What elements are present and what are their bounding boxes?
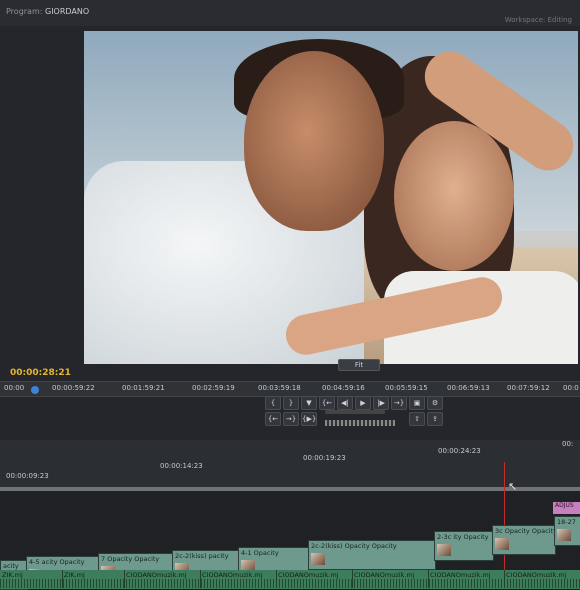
export-frame-button[interactable]: ▣ (409, 396, 425, 410)
timeline-tick: 00:00:24:23 (438, 447, 481, 455)
ruler-tick: 00:00:59:22 (52, 384, 95, 392)
clip-label: 4-1 Opacity (241, 549, 279, 557)
frame-figure-2-face (394, 121, 514, 271)
jog-wheel[interactable] (325, 420, 395, 426)
audio-clip[interactable]: CIODANOmuzik.mj (352, 570, 429, 588)
top-bar: Program: GIORDANO Workspace: Editing (0, 0, 580, 27)
go-to-previous-edit-button[interactable]: {← (265, 412, 281, 426)
transport-controls: { } ▼ {← ◀| ▶ |▶ →} ▣ ⚙ {← →} {▶} ⇧ ⇪ (265, 392, 455, 432)
audio-clip[interactable]: CIODANOmuzik.mj (200, 570, 277, 588)
video-clip[interactable]: 2-3c ity Opacity (434, 531, 494, 561)
clip-label: 2c-2(kiss) pacity (175, 552, 229, 560)
clip-label: acity (3, 562, 19, 570)
video-clip[interactable]: 18-27 (554, 516, 580, 546)
video-clip[interactable]: 3c Opacity Opacity (492, 525, 556, 555)
clip-label: 7 Opacity Opacity (101, 555, 160, 563)
go-to-in-button[interactable]: {← (319, 396, 335, 410)
audio-clip-label: ZIK.mj (2, 571, 23, 579)
ruler-tick: 00:00 (4, 384, 25, 392)
adjustment-clip[interactable]: ADJUS (553, 502, 580, 514)
program-title: Program: GIORDANO (6, 7, 89, 16)
ruler-tick: 00:07:59:12 (507, 384, 550, 392)
play-button[interactable]: ▶ (355, 396, 371, 410)
timeline-tick: 00: (562, 440, 574, 448)
audio-clip-label: CIODANOmuzik.mj (354, 571, 415, 579)
clip-label: 3c Opacity Opacity (495, 527, 556, 535)
video-frame (84, 31, 578, 364)
ruler-tick: 00:02:59:19 (192, 384, 235, 392)
timeline-tick: 00:00:19:23 (303, 454, 346, 462)
audio-clip[interactable]: CIODANOmuzik.mj (504, 570, 580, 588)
mark-out-button[interactable]: } (283, 396, 299, 410)
ruler-tick: 00:04:59:16 (322, 384, 365, 392)
audio-clip-label: ZIK.mj (64, 571, 85, 579)
video-clip[interactable]: 2c-2(kiss) Opacity Opacity (308, 540, 436, 570)
add-marker-button[interactable]: ▼ (301, 396, 317, 410)
workspace-value[interactable]: Editing (548, 16, 572, 24)
step-back-button[interactable]: ◀| (337, 396, 353, 410)
go-to-out-button[interactable]: →} (391, 396, 407, 410)
mark-in-button[interactable]: { (265, 396, 281, 410)
lift-button[interactable]: ⇧ (409, 412, 425, 426)
audio-clip-label: CIODANOmuzik.mj (430, 571, 491, 579)
program-monitor: Fit 00:00:28:21 00:00 00:00:59:22 00:01:… (0, 26, 580, 440)
monitor-playhead[interactable] (31, 386, 39, 394)
play-in-to-out-button[interactable]: {▶} (301, 412, 317, 426)
workspace-indicator[interactable]: Workspace: Editing (505, 16, 572, 24)
clip-thumbnail (311, 553, 325, 565)
audio-clip[interactable]: CIODANOmuzik.mj (276, 570, 353, 588)
audio-clip[interactable]: ZIK.mj (62, 570, 125, 588)
settings-button[interactable]: ⚙ (427, 396, 443, 410)
extract-button[interactable]: ⇪ (427, 412, 443, 426)
zoom-select[interactable]: Fit (338, 359, 380, 371)
clip-thumbnail (557, 529, 571, 541)
go-to-next-edit-button[interactable]: →} (283, 412, 299, 426)
clip-label: 18-27 (557, 518, 576, 526)
timeline-tick: 00:00:14:23 (160, 462, 203, 470)
clip-thumbnail (495, 538, 509, 550)
clip-label: 2c-2(kiss) Opacity Opacity (311, 542, 397, 550)
current-timecode[interactable]: 00:00:28:21 (10, 368, 71, 378)
audio-clip-label: CIODANOmuzik.mj (202, 571, 263, 579)
work-area-bar[interactable] (0, 487, 580, 491)
audio-clip[interactable]: CIODANOmuzik.mj (124, 570, 201, 588)
timeline-ruler[interactable]: 00:00:09:23 00:00:14:23 00:00:19:23 00:0… (0, 440, 580, 489)
clip-label: 2-3c ity Opacity (437, 533, 489, 541)
clip-label: 4-5 acity Opacity (29, 558, 85, 566)
mouse-pointer-icon: ↖ (508, 480, 518, 493)
ruler-tick: 00:01:59:21 (122, 384, 165, 392)
timeline-tick: 00:00:09:23 (6, 472, 49, 480)
audio-clip-label: CIODANOmuzik.mj (126, 571, 187, 579)
step-forward-button[interactable]: |▶ (373, 396, 389, 410)
program-name[interactable]: GIORDANO (45, 7, 89, 16)
workspace-label: Workspace: (504, 16, 546, 24)
ruler-tick: 00:0 (563, 384, 579, 392)
audio-track: ZIK.mj ZIK.mj CIODANOmuzik.mj CIODANOmuz… (0, 570, 580, 589)
audio-clip-label: CIODANOmuzik.mj (506, 571, 567, 579)
ruler-tick: 00:06:59:13 (447, 384, 490, 392)
ruler-tick: 00:03:59:18 (258, 384, 301, 392)
audio-clip-label: CIODANOmuzik.mj (278, 571, 339, 579)
audio-clip[interactable]: ZIK.mj (0, 570, 63, 588)
program-label: Program: (6, 7, 43, 16)
frame-figure-1-face (244, 51, 384, 231)
ruler-tick: 00:05:59:15 (385, 384, 428, 392)
shuttle-slider[interactable] (325, 410, 385, 414)
clip-thumbnail (437, 544, 451, 556)
audio-clip[interactable]: CIODANOmuzik.mj (428, 570, 505, 588)
